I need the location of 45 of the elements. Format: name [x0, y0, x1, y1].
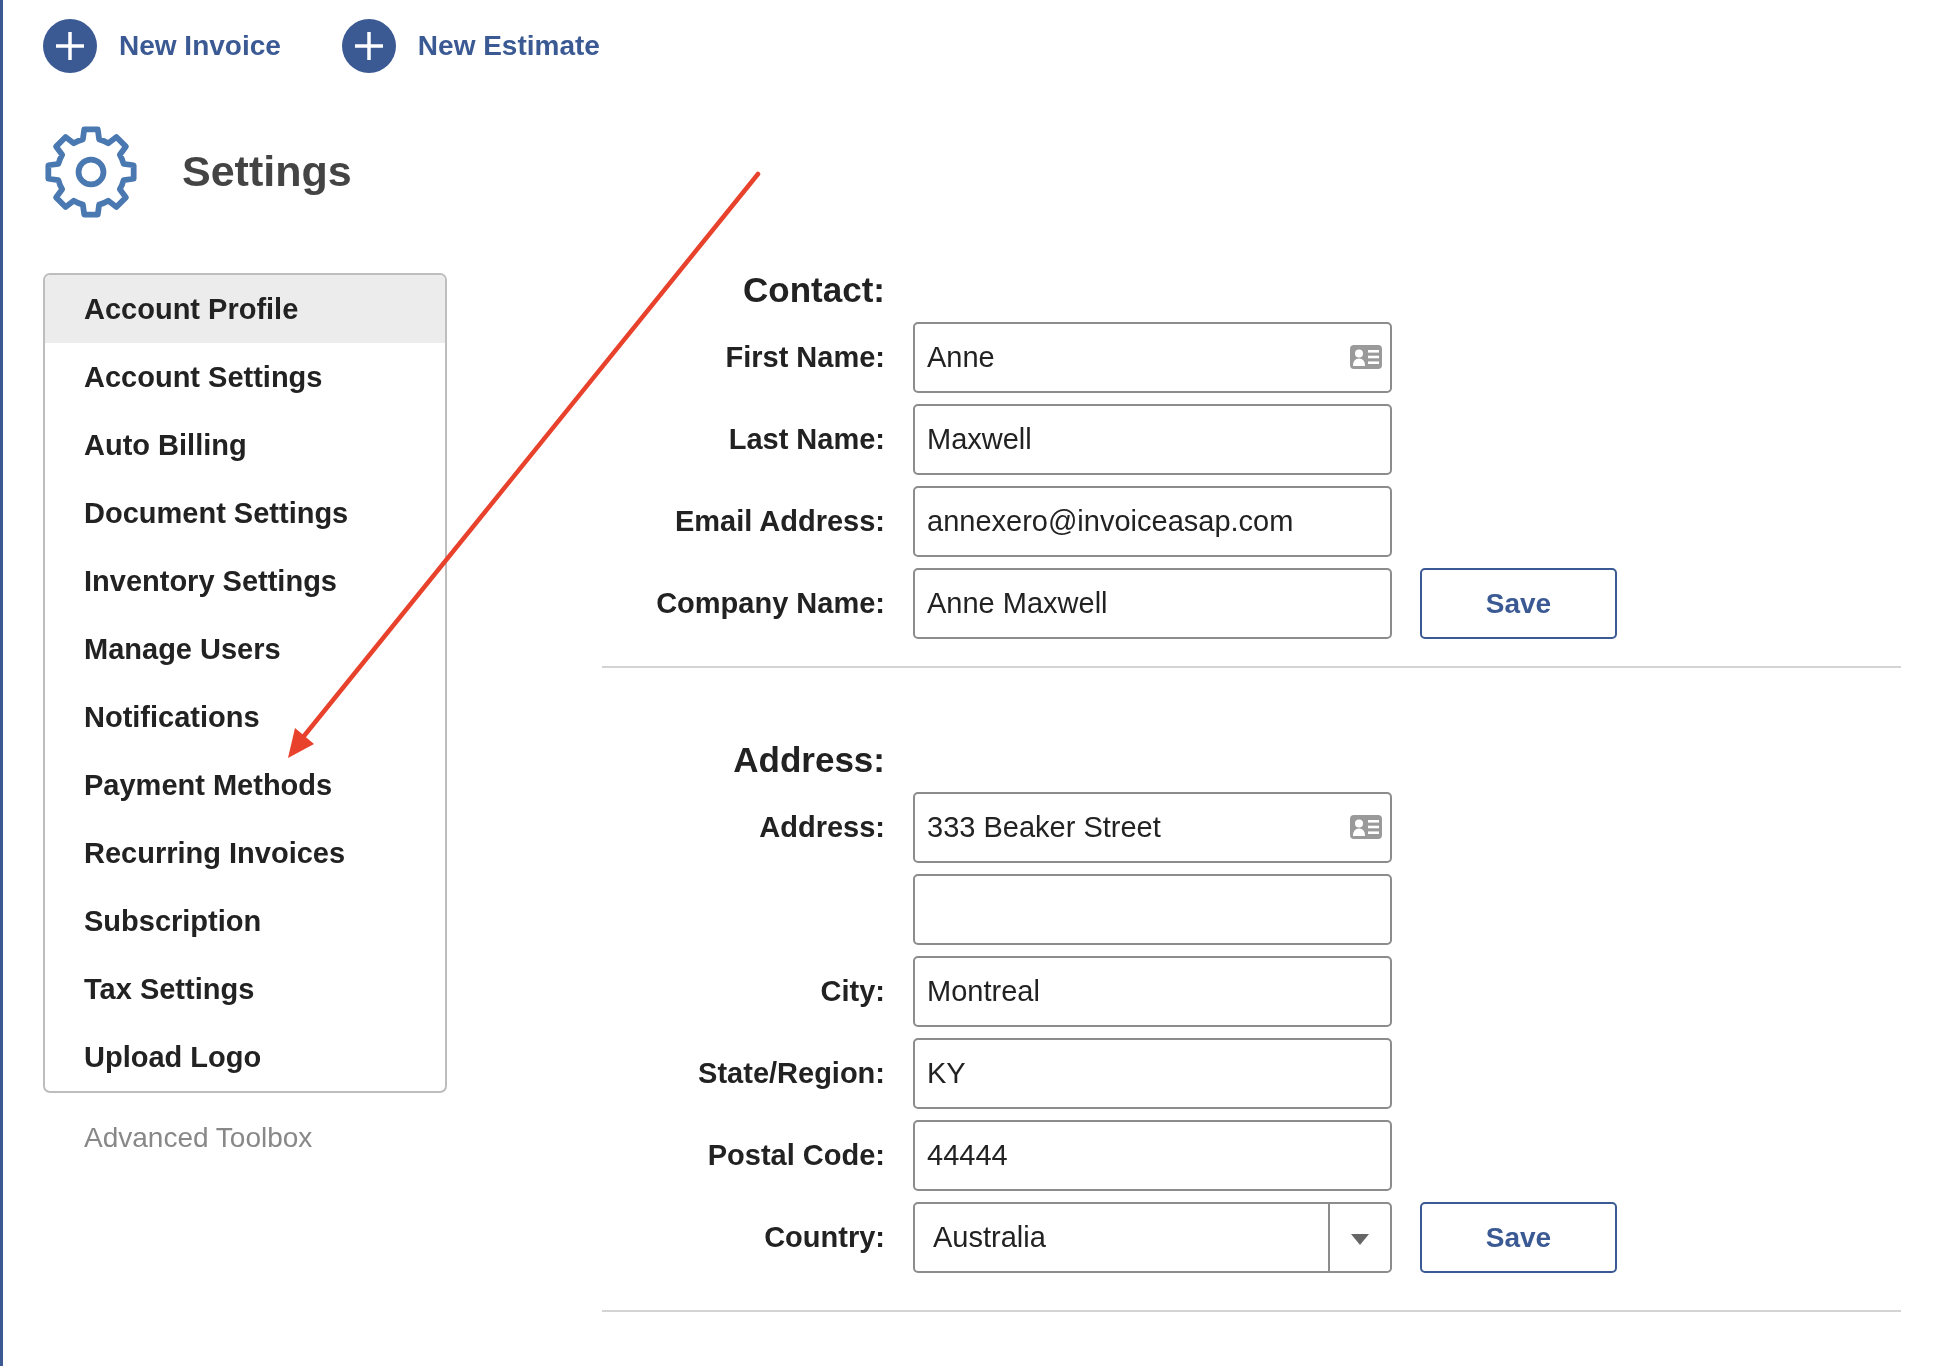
- save-button[interactable]: Save: [1420, 568, 1617, 639]
- section-heading: Contact:: [743, 269, 885, 311]
- gear-icon: [43, 124, 139, 220]
- plus-icon: [341, 19, 396, 73]
- input-field[interactable]: Maxwell: [913, 404, 1392, 475]
- field-label: City:: [820, 974, 885, 1009]
- plus-icon: [43, 19, 97, 73]
- input-field[interactable]: KY: [913, 1038, 1392, 1109]
- contact-card-icon[interactable]: [1350, 815, 1382, 839]
- sidebar-item[interactable]: Subscription: [45, 887, 445, 955]
- sidebar-item[interactable]: Recurring Invoices: [45, 819, 445, 887]
- field-label: State/Region:: [698, 1056, 885, 1091]
- sidebar-item[interactable]: Document Settings: [45, 479, 445, 547]
- toolbox-link[interactable]: Advanced Toolbox: [84, 1121, 313, 1155]
- input-field[interactable]: Montreal: [913, 956, 1392, 1027]
- sidebar-item[interactable]: Upload Logo: [45, 1023, 445, 1091]
- sidebar-item[interactable]: Tax Settings: [45, 955, 445, 1023]
- sidebar-item[interactable]: Inventory Settings: [45, 547, 445, 615]
- input-field[interactable]: Anne: [913, 322, 1392, 393]
- input-field[interactable]: [913, 874, 1392, 945]
- field-label: Country:: [764, 1220, 885, 1255]
- new-item-link[interactable]: New Estimate: [341, 19, 600, 73]
- field-label: Email Address:: [674, 504, 885, 539]
- sidebar-item[interactable]: Account Profile: [45, 275, 445, 343]
- new-item-link[interactable]: New Invoice: [43, 19, 281, 73]
- input-field[interactable]: annexero@invoiceasap.com: [913, 486, 1392, 557]
- page-title: Settings: [182, 146, 352, 198]
- input-field[interactable]: 44444: [913, 1120, 1392, 1191]
- contact-card-icon[interactable]: [1350, 345, 1382, 369]
- sidebar-item[interactable]: Manage Users: [45, 615, 445, 683]
- sidebar-item[interactable]: Notifications: [45, 683, 445, 751]
- field-label: Postal Code:: [707, 1138, 885, 1173]
- section-heading: Address:: [733, 739, 885, 781]
- save-button[interactable]: Save: [1420, 1202, 1617, 1273]
- field-label: First Name:: [725, 340, 885, 375]
- country-select[interactable]: Australia: [913, 1202, 1392, 1273]
- sidebar-item[interactable]: Auto Billing: [45, 411, 445, 479]
- caret-icon: [1351, 1234, 1369, 1245]
- sidebar-item[interactable]: Account Settings: [45, 343, 445, 411]
- field-label: Address:: [759, 810, 885, 845]
- field-label: Last Name:: [728, 422, 885, 457]
- field-label: Company Name:: [656, 586, 885, 621]
- input-field[interactable]: 333 Beaker Street: [913, 792, 1392, 863]
- input-field[interactable]: Anne Maxwell: [913, 568, 1392, 639]
- sidebar-item[interactable]: Payment Methods: [45, 751, 445, 819]
